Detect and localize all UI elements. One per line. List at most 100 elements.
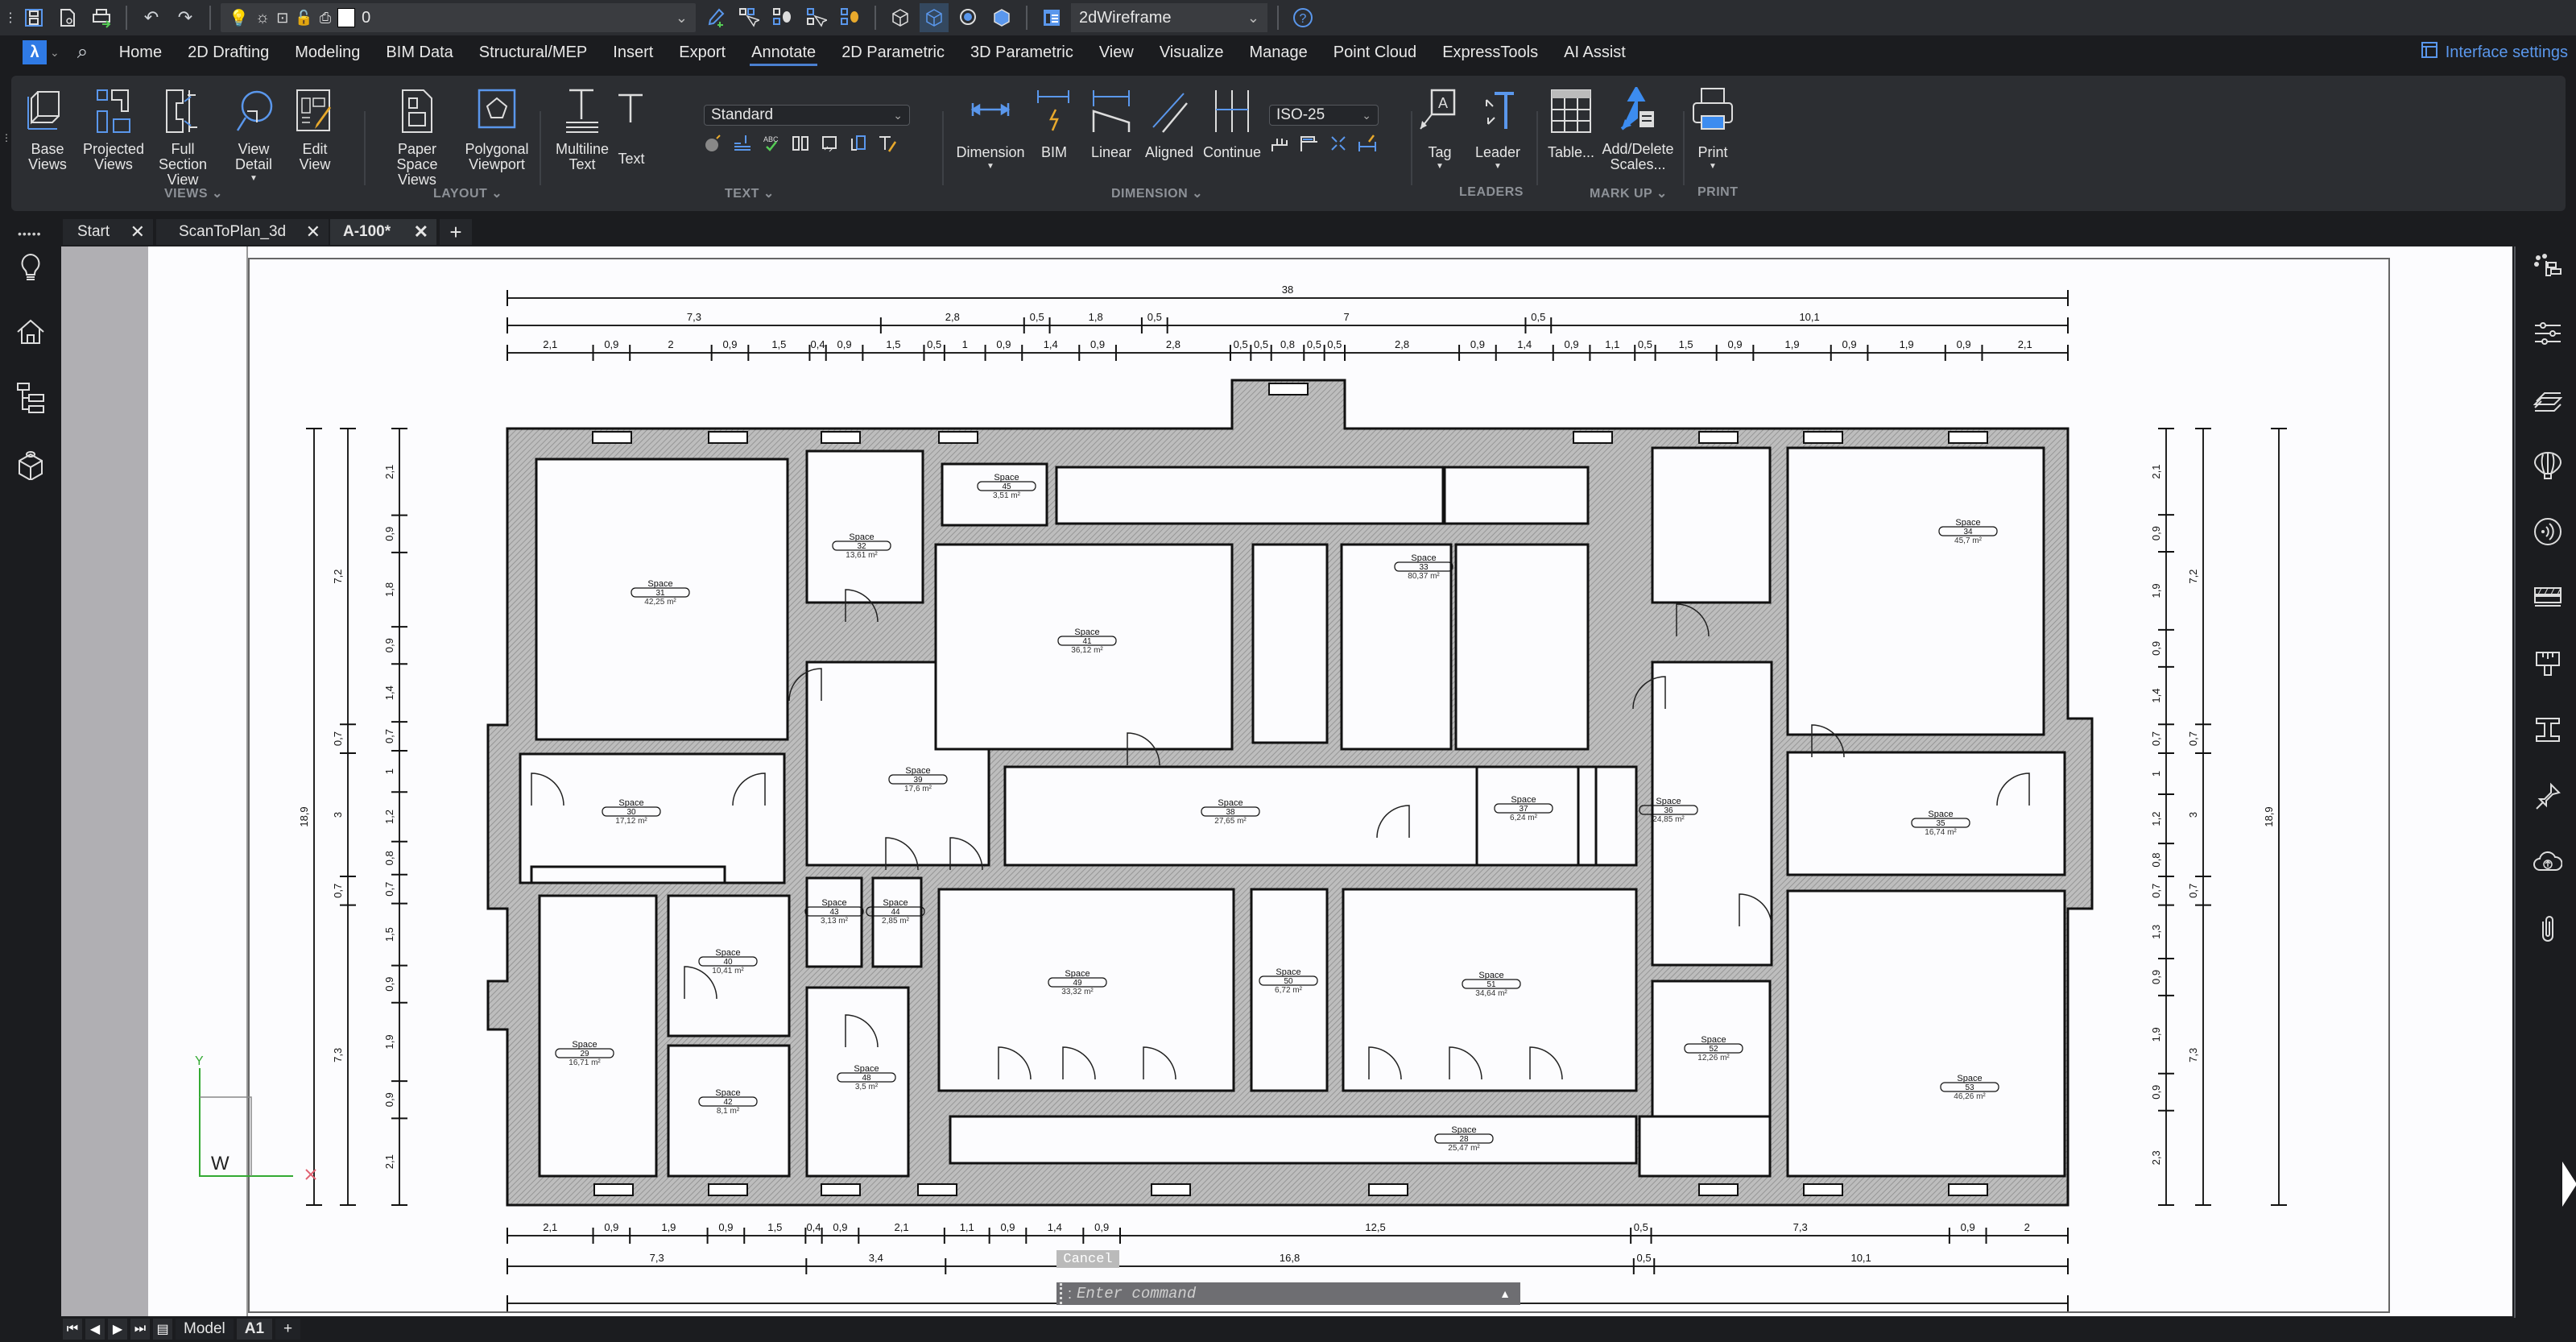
text-mask-icon[interactable]: [818, 132, 841, 155]
drawing-explorer-icon[interactable]: [2530, 250, 2566, 285]
search-icon[interactable]: ⌕: [77, 41, 101, 64]
properties-icon[interactable]: [2530, 316, 2566, 351]
dimension-update-icon[interactable]: [1356, 132, 1379, 155]
drawing-canvas[interactable]: Space 31 42,25 m² Space 32 13,61 m² Space 45 3,5…: [61, 246, 2512, 1316]
home-icon[interactable]: [14, 316, 47, 348]
dimension-break-icon[interactable]: [1327, 132, 1350, 155]
visual-styles-icon[interactable]: [1037, 3, 1066, 32]
menu-tab-export[interactable]: Export: [666, 35, 738, 69]
layer-dropdown[interactable]: 💡 ☼ ⊡ 🔓 ⎙ 0 ⌄: [221, 3, 696, 32]
ribbon-grip[interactable]: ⋮: [2, 132, 11, 143]
full-section-view-button[interactable]: Full Section View: [148, 84, 217, 188]
attachment-icon[interactable]: [2530, 910, 2566, 946]
select-icon[interactable]: [802, 3, 831, 32]
dropdown-arrow-icon[interactable]: ▼: [986, 162, 994, 171]
layers-icon[interactable]: [2530, 382, 2566, 417]
text-group-title[interactable]: TEXT ⌄: [725, 185, 775, 201]
new-tab-button[interactable]: +: [440, 219, 472, 245]
command-history-icon[interactable]: ▲: [1499, 1287, 1511, 1300]
sound-icon[interactable]: [2530, 514, 2566, 549]
command-grip[interactable]: [1060, 1283, 1065, 1304]
dimension-space-icon[interactable]: [1298, 132, 1321, 155]
menu-tab-view[interactable]: View: [1086, 35, 1147, 69]
bomb-explode-text-icon[interactable]: [702, 132, 725, 155]
dimension-group-title[interactable]: DIMENSION ⌄: [1111, 185, 1203, 201]
aligned-dimension-button[interactable]: Aligned: [1139, 84, 1200, 160]
toolbar-grip[interactable]: ⋮: [4, 3, 17, 32]
spell-check-icon[interactable]: ABC: [760, 132, 783, 155]
close-icon[interactable]: ✕: [130, 222, 145, 242]
cancel-button[interactable]: Cancel: [1056, 1250, 1119, 1268]
add-delete-scales-button[interactable]: Add/Delete Scales...: [1599, 84, 1677, 172]
component-icon[interactable]: [14, 448, 47, 480]
brush-icon[interactable]: [2530, 646, 2566, 681]
tag-button[interactable]: A Tag ▼: [1414, 84, 1466, 171]
bim-dimension-button[interactable]: BIM: [1026, 84, 1082, 160]
table-button[interactable]: Table...: [1541, 84, 1601, 160]
leader-button[interactable]: Leader ▼: [1466, 84, 1530, 171]
cloud-upload-icon[interactable]: [2530, 844, 2566, 880]
isolate-icon[interactable]: [768, 3, 797, 32]
markup-group-title[interactable]: MARK UP ⌄: [1590, 185, 1668, 201]
layer-print-icon[interactable]: ⎙: [320, 10, 331, 27]
polygonal-viewport-button[interactable]: Polygonal Viewport: [459, 84, 535, 172]
menu-tab-point-cloud[interactable]: Point Cloud: [1321, 35, 1429, 69]
menu-tab-2d-drafting[interactable]: 2D Drafting: [175, 35, 282, 69]
hide-icon[interactable]: [836, 3, 865, 32]
prev-layout-icon[interactable]: ◀: [85, 1319, 105, 1340]
text-style-dropdown[interactable]: Standard ⌄: [704, 105, 910, 126]
match-properties-icon[interactable]: [701, 3, 730, 32]
linear-dimension-button[interactable]: Linear: [1082, 84, 1140, 160]
shaded-cube-icon[interactable]: [920, 3, 949, 32]
menu-tab-structural-mep[interactable]: Structural/MEP: [466, 35, 600, 69]
wireframe-cube-icon[interactable]: [886, 3, 915, 32]
layer-lock-icon[interactable]: 🔓: [295, 10, 312, 27]
menu-tab-3d-parametric[interactable]: 3D Parametric: [957, 35, 1086, 69]
layout-list-icon[interactable]: ▤: [153, 1319, 172, 1340]
beam-profile-icon[interactable]: [2530, 712, 2566, 748]
tips-icon[interactable]: [14, 251, 47, 284]
dropdown-arrow-icon[interactable]: ▼: [250, 174, 258, 183]
menu-tab-insert[interactable]: Insert: [600, 35, 666, 69]
render-material-icon[interactable]: [2530, 448, 2566, 483]
base-views-button[interactable]: Base Views: [13, 84, 82, 172]
structure-tree-icon[interactable]: [14, 382, 47, 414]
paper-space-views-button[interactable]: Paper Space Views: [377, 84, 457, 188]
tab-scantoplan[interactable]: ScanToPlan_3d ✕: [156, 219, 329, 245]
interface-settings-button[interactable]: Interface settings: [2420, 35, 2568, 69]
print-button[interactable]: Print ▼: [1686, 84, 1739, 171]
app-menu-button[interactable]: λ: [23, 40, 47, 64]
command-input[interactable]: [1077, 1285, 1440, 1303]
dropdown-arrow-icon[interactable]: ▼: [1436, 162, 1444, 171]
undo-icon[interactable]: ↶: [137, 3, 166, 32]
redo-icon[interactable]: ↷: [171, 3, 200, 32]
view-detail-button[interactable]: View Detail ▼: [219, 84, 288, 183]
menu-tab-annotate[interactable]: Annotate: [738, 35, 829, 69]
layer-on-icon[interactable]: 💡: [229, 8, 249, 28]
render-cube-icon[interactable]: [987, 3, 1016, 32]
menu-tab-modeling[interactable]: Modeling: [282, 35, 373, 69]
select-similar-icon[interactable]: [734, 3, 763, 32]
menu-tab-bim-data[interactable]: BIM Data: [373, 35, 465, 69]
dimension-button[interactable]: Dimension ▼: [950, 84, 1031, 171]
visual-style-dropdown[interactable]: 2dWireframe ⌄: [1071, 3, 1267, 32]
tab-start[interactable]: Start ✕: [63, 219, 153, 245]
tab-a1[interactable]: A1: [236, 1319, 273, 1340]
add-layout-button[interactable]: +: [275, 1319, 301, 1340]
dropdown-arrow-icon[interactable]: ▼: [1494, 162, 1502, 171]
chevron-down-icon[interactable]: ⌄: [50, 46, 60, 60]
help-icon[interactable]: ?: [1288, 3, 1317, 32]
text-button[interactable]: Text: [607, 84, 655, 167]
layout-group-title[interactable]: LAYOUT ⌄: [433, 185, 502, 201]
close-icon[interactable]: ✕: [414, 222, 428, 242]
text-justify-icon[interactable]: [731, 132, 754, 155]
menu-tab-2d-parametric[interactable]: 2D Parametric: [829, 35, 957, 69]
dimension-style-dropdown[interactable]: ISO-25 ⌄: [1269, 105, 1379, 126]
first-layout-icon[interactable]: ⏮: [63, 1319, 82, 1340]
edit-view-button[interactable]: Edit View: [280, 84, 349, 172]
baseline-dimension-icon[interactable]: [1269, 132, 1292, 155]
dropdown-arrow-icon[interactable]: ▼: [1709, 162, 1717, 171]
menu-tab-visualize[interactable]: Visualize: [1147, 35, 1237, 69]
text-edit-icon[interactable]: [876, 132, 899, 155]
print-preview-icon[interactable]: [53, 3, 82, 32]
